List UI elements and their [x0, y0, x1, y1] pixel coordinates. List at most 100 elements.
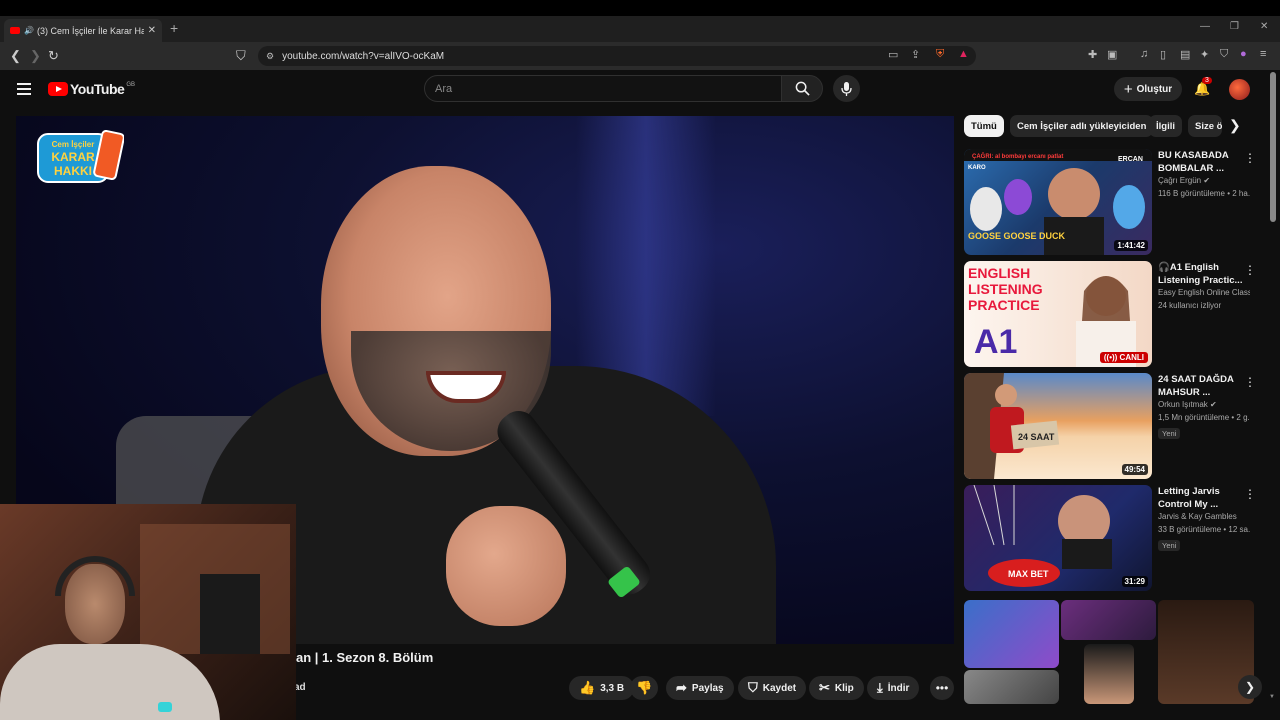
webcam-acoustic-panel: [200, 574, 260, 654]
karar-hakki-show-logo: Cem İşçiler KARAR HAKKI: [37, 130, 124, 183]
short-thumbnail[interactable]: [1084, 644, 1134, 704]
video-title[interactable]: BU KASABADA BOMBALAR ...: [1158, 149, 1244, 175]
video-title[interactable]: 24 SAAT DAĞDA MAHSUR ...: [1158, 373, 1244, 399]
svg-text:LISTENING: LISTENING: [968, 281, 1043, 297]
streamer-headset: [55, 556, 135, 596]
share-page-icon[interactable]: ⇪: [911, 48, 920, 61]
search-button[interactable]: [781, 75, 823, 102]
thumbnail[interactable]: ENGLISH LISTENING PRACTICE A1 ((•)) CANL…: [964, 261, 1152, 367]
cast-icon[interactable]: ▭: [888, 48, 898, 61]
brave-rewards-icon[interactable]: ▲: [958, 48, 969, 60]
back-icon[interactable]: ❮: [10, 48, 21, 64]
list-item[interactable]: MAX BET 31:29 Letting Jarvis Control My …: [964, 485, 1264, 591]
controller-light: [158, 702, 172, 712]
chevron-right-icon[interactable]: ❯: [1229, 117, 1241, 134]
short-thumbnail[interactable]: [1061, 600, 1156, 640]
tab-strip: 🔊 (3) Cem İşçiler İle Karar Hakkı ✕ + — …: [0, 16, 1280, 42]
chip-all[interactable]: Tümü: [964, 115, 1004, 137]
duration-badge: 49:54: [1121, 464, 1148, 475]
reload-icon[interactable]: ↻: [48, 48, 59, 64]
minimize-icon[interactable]: —: [1200, 21, 1210, 32]
chip-for-you[interactable]: Size ö: [1188, 115, 1222, 137]
chip-related[interactable]: İlgili: [1149, 115, 1182, 137]
vpn-icon[interactable]: ⛉: [1220, 48, 1228, 61]
page-scrollbar[interactable]: [1270, 72, 1276, 222]
download-icon: ⤓: [877, 680, 883, 695]
video-meta: 116 B görüntüleme • 2 ha...: [1158, 189, 1250, 198]
thumbs-up-icon: 👍: [579, 680, 596, 695]
new-tab-button[interactable]: +: [170, 20, 178, 36]
share-button[interactable]: ➦ Paylaş: [666, 676, 734, 700]
list-item[interactable]: 24 SAAT 49:54 24 SAAT DAĞDA MAHSUR ... O…: [964, 373, 1264, 479]
video-title[interactable]: Letting Jarvis Control My ...: [1158, 485, 1244, 511]
tab-title: (3) Cem İşçiler İle Karar Hakkı: [36, 25, 144, 36]
create-label: Oluştur: [1136, 83, 1173, 95]
youtube-logo[interactable]: YouTube GB: [48, 81, 135, 97]
scroll-down-icon[interactable]: ▼: [1269, 694, 1275, 700]
more-vert-icon[interactable]: ⋮: [1244, 263, 1256, 277]
like-count: 3,3 B: [600, 682, 625, 694]
wallet-icon[interactable]: ▤: [1180, 48, 1190, 61]
guide-menu-icon[interactable]: [17, 83, 31, 95]
video-title: an | 1. Sezon 8. Bölüm: [296, 650, 434, 665]
site-info-icon[interactable]: ⚙: [266, 51, 274, 62]
voice-search-button[interactable]: [833, 75, 860, 102]
dislike-button[interactable]: 👎: [630, 676, 659, 700]
verified-icon: ✔: [1210, 400, 1217, 409]
maximize-icon[interactable]: ❐: [1230, 21, 1239, 32]
thumbnail[interactable]: ÇAĞRI: al bombayı ercanı patlat KARO ERC…: [964, 149, 1152, 255]
clip-button[interactable]: ✂ Klip: [809, 676, 864, 700]
save-label: Kaydet: [762, 682, 797, 694]
brave-shield-icon[interactable]: ⛨: [936, 48, 944, 61]
menu-icon[interactable]: ≡: [1260, 48, 1266, 60]
sidebar-icon[interactable]: ▯: [1160, 48, 1166, 61]
list-item[interactable]: ENGLISH LISTENING PRACTICE A1 ((•)) CANL…: [964, 261, 1264, 367]
verified-icon: ✔: [1203, 176, 1211, 185]
save-button[interactable]: ⛉ Kaydet: [738, 676, 807, 700]
leo-icon[interactable]: ✦: [1200, 48, 1209, 61]
youtube-favicon-icon: [10, 27, 20, 34]
url-field[interactable]: ⚙ youtube.com/watch?v=alIVO-ocKaM: [258, 46, 976, 66]
thumbnail[interactable]: 24 SAAT 49:54: [964, 373, 1152, 479]
address-bar-row: ❮ ❯ ↻ ⛉ ⚙ youtube.com/watch?v=alIVO-ocKa…: [0, 42, 1280, 70]
speaker-icon[interactable]: 🔊: [24, 26, 34, 35]
more-dots-icon: •••: [935, 681, 949, 695]
forward-icon[interactable]: ❯: [30, 48, 41, 64]
avatar[interactable]: [1229, 79, 1250, 100]
browser-tab-active[interactable]: 🔊 (3) Cem İşçiler İle Karar Hakkı ✕: [4, 19, 162, 42]
save-bookmark-icon: ⛉: [748, 680, 758, 695]
short-thumbnail[interactable]: [964, 600, 1059, 668]
tab-close-icon[interactable]: ✕: [148, 25, 156, 36]
like-button[interactable]: 👍 3,3 B: [569, 676, 635, 700]
new-badge: Yeni: [1158, 540, 1181, 551]
share-label: Paylaş: [691, 682, 724, 694]
short-thumbnail[interactable]: [964, 670, 1059, 704]
chip-from-uploader[interactable]: Cem İşçiler adlı yükleyiciden: [1010, 115, 1154, 137]
svg-text:GOOSE GOOSE DUCK: GOOSE GOOSE DUCK: [968, 231, 1066, 241]
video-title[interactable]: 🎧A1 English Listening Practic...: [1158, 261, 1244, 287]
channel-name[interactable]: Jarvis & Kay Gambles: [1158, 512, 1250, 521]
more-vert-icon[interactable]: ⋮: [1244, 487, 1256, 501]
list-item[interactable]: ÇAĞRI: al bombayı ercanı patlat KARO ERC…: [964, 149, 1264, 255]
download-button[interactable]: ⤓ İndir: [867, 676, 920, 700]
search-input[interactable]: Ara: [424, 75, 782, 102]
more-actions-button[interactable]: •••: [930, 676, 954, 700]
bookmark-icon[interactable]: ⛉: [236, 48, 246, 64]
notifications-button[interactable]: 🔔 3: [1194, 77, 1212, 97]
more-vert-icon[interactable]: ⋮: [1244, 151, 1256, 165]
thumbnail[interactable]: MAX BET 31:29: [964, 485, 1152, 591]
create-button[interactable]: + Oluştur: [1114, 77, 1182, 101]
close-window-icon[interactable]: ✕: [1260, 21, 1268, 32]
thumbs-down-icon: 👎: [636, 680, 653, 695]
extension-box-icon[interactable]: ▣: [1107, 48, 1117, 61]
carousel-next-button[interactable]: ❯: [1238, 675, 1262, 699]
music-icon[interactable]: ♫: [1140, 48, 1148, 60]
extension-puzzle-icon[interactable]: ✚: [1088, 48, 1097, 61]
channel-name[interactable]: Orkun Işıtmak ✔: [1158, 400, 1250, 409]
more-vert-icon[interactable]: ⋮: [1244, 375, 1256, 389]
channel-name[interactable]: Çağrı Ergün ✔: [1158, 176, 1250, 185]
svg-text:KARAR: KARAR: [51, 150, 95, 164]
channel-name[interactable]: Easy English Online Class...: [1158, 288, 1250, 297]
profile-icon[interactable]: ●: [1240, 48, 1247, 60]
svg-text:ENGLISH: ENGLISH: [968, 265, 1030, 281]
